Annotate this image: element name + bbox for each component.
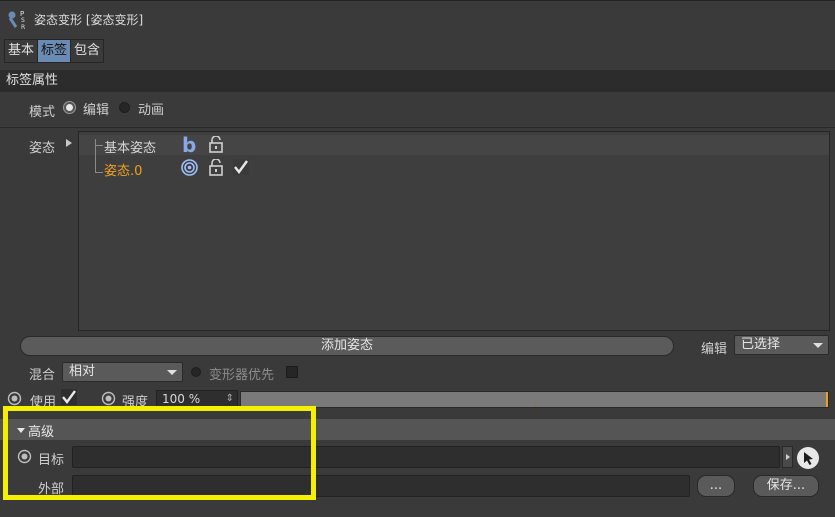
divider <box>0 127 835 128</box>
animate-radio-icon[interactable] <box>101 391 116 406</box>
tree-branch <box>95 145 103 146</box>
pose-label: 姿态 <box>29 141 56 156</box>
deformer-priority-radio[interactable] <box>191 367 201 377</box>
mode-label: 模式 <box>29 105 56 120</box>
pose-morph-tag-icon: P S R <box>8 10 25 30</box>
target-menu-button[interactable] <box>782 446 793 468</box>
unlock-icon[interactable] <box>209 136 223 153</box>
mix-label: 混合 <box>29 368 56 383</box>
pose-expand-arrow-icon[interactable] <box>66 139 72 147</box>
deformer-priority-checkbox[interactable] <box>286 366 298 378</box>
tab-include[interactable]: 包含 <box>71 40 104 62</box>
slider-handle[interactable] <box>826 392 828 407</box>
base-pose-b-icon: b <box>182 134 196 154</box>
mix-dropdown[interactable]: 相对 <box>62 362 183 382</box>
slider-mid-tick <box>535 404 536 407</box>
target-icon <box>181 159 198 176</box>
mode-edit-label[interactable]: 编辑 <box>83 99 109 118</box>
edit-label: 编辑 <box>701 342 728 357</box>
mix-dropdown-value: 相对 <box>69 364 96 379</box>
highlight-box <box>3 406 316 500</box>
chevron-down-icon <box>813 343 823 348</box>
chevron-down-icon <box>167 370 177 375</box>
pick-cursor-icon[interactable] <box>796 446 820 470</box>
svg-text:b: b <box>182 134 196 154</box>
tag-properties-section: 标签属性 <box>0 70 835 92</box>
tree-branch <box>95 172 103 173</box>
deformer-priority-label: 变形器优先 <box>209 368 275 383</box>
save-button[interactable]: 保存... <box>753 475 819 497</box>
tab-basic[interactable]: 基本 <box>5 40 39 62</box>
pose-item-0[interactable]: 姿态.0 <box>104 160 142 179</box>
stepper-arrows-icon[interactable]: ⇕ <box>226 391 234 407</box>
strength-value: 100 % <box>162 392 201 406</box>
mode-edit-radio[interactable] <box>64 102 75 113</box>
mode-animate-radio[interactable] <box>119 102 130 113</box>
edit-dropdown-value: 已选择 <box>741 337 781 352</box>
svg-text:S: S <box>21 17 25 24</box>
mode-animate-label[interactable]: 动画 <box>138 99 164 118</box>
browse-button[interactable]: ... <box>697 475 735 497</box>
animate-radio-icon[interactable] <box>7 391 22 406</box>
tab-tag[interactable]: 标签 <box>38 40 72 62</box>
checkmark-icon[interactable] <box>233 159 249 175</box>
arrow-right-icon <box>786 454 790 460</box>
add-pose-button[interactable]: 添加姿态 <box>20 336 674 356</box>
svg-text:R: R <box>21 24 25 30</box>
tag-title: 姿态变形 [姿态变形] <box>34 13 144 27</box>
use-checkbox[interactable] <box>61 389 77 405</box>
pose-item-base[interactable]: 基本姿态 <box>104 137 156 156</box>
edit-dropdown[interactable]: 已选择 <box>734 335 829 355</box>
unlock-icon[interactable] <box>209 159 223 176</box>
tab-bar: 基本 标签 包含 <box>4 39 105 63</box>
strength-slider[interactable] <box>240 391 829 408</box>
